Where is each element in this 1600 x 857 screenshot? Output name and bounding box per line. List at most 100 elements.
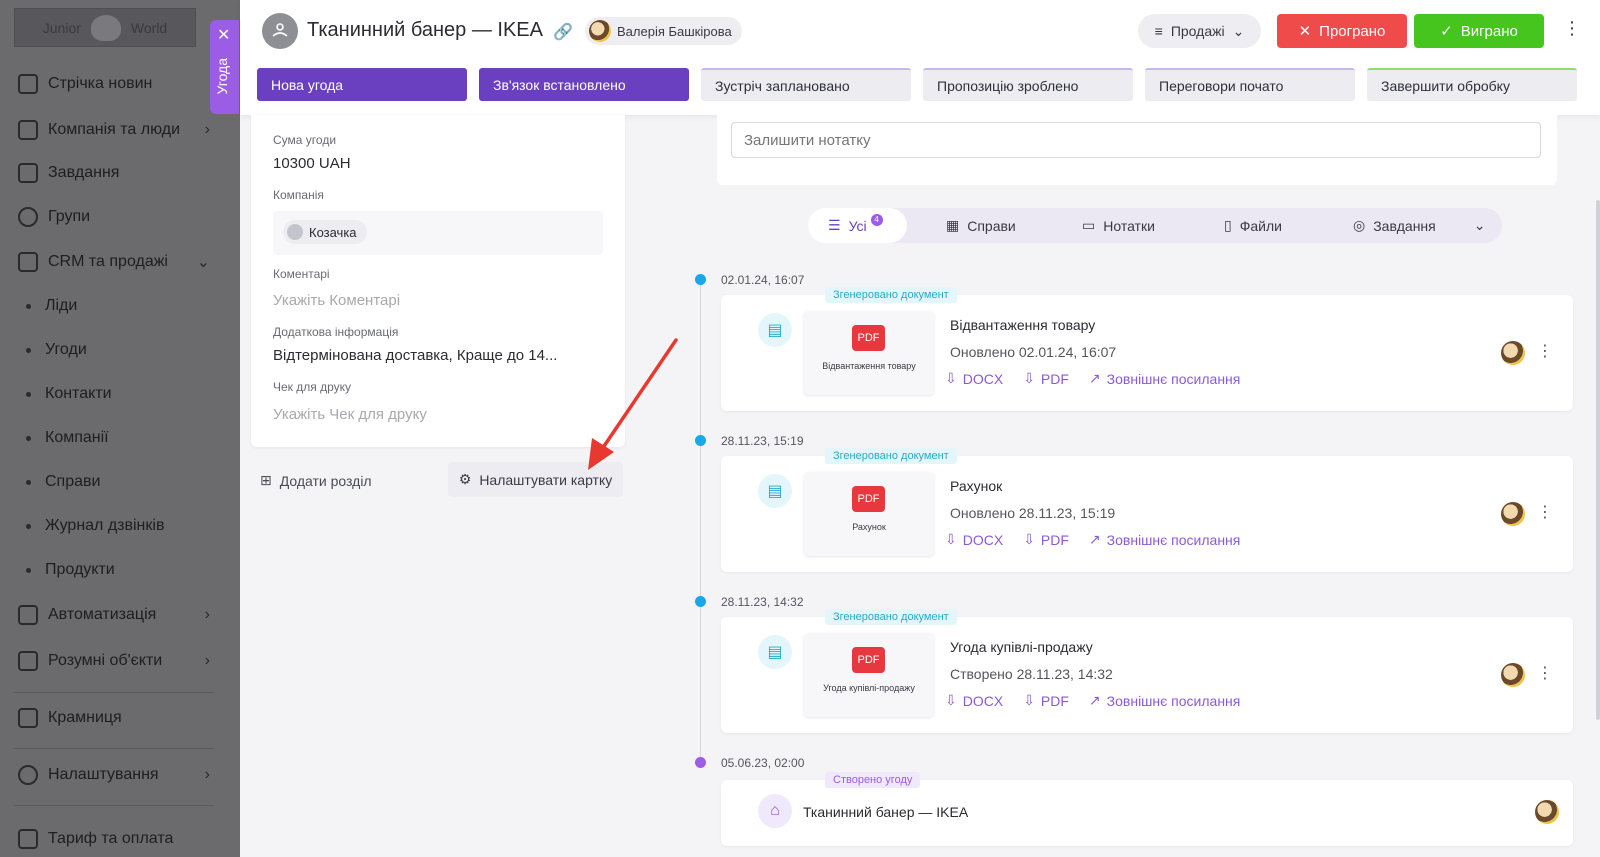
bullet xyxy=(26,303,31,309)
avatar xyxy=(1501,502,1525,526)
company-logo[interactable]: Junior World xyxy=(14,8,196,47)
event-date: 28.11.23, 14:32 xyxy=(721,595,804,609)
sidebar-item-company[interactable]: Компанія та люди › xyxy=(18,120,218,140)
sidebar-item-settings[interactable]: Налаштування › xyxy=(18,765,218,785)
receipt-field[interactable]: Укажіть Чек для друку xyxy=(273,406,427,423)
sidebar-item-label: CRM та продажі xyxy=(48,253,168,270)
timeline-event: Створено угоду ⌂ Тканинний банер — IKEA xyxy=(721,772,1573,846)
database-icon xyxy=(18,252,38,272)
tab-activities[interactable]: ▦ Справи xyxy=(946,208,1016,243)
home-icon xyxy=(18,74,38,94)
file-icon: ▯ xyxy=(1224,217,1232,233)
sidebar-item-groups[interactable]: Групи xyxy=(18,207,218,227)
sidebar-subitem-activities[interactable]: Справи xyxy=(26,473,100,491)
sidebar-subitem-products[interactable]: Продукти xyxy=(26,561,115,579)
add-section-button[interactable]: ⊞ Додати розділ xyxy=(260,472,372,489)
stage-contact-established[interactable]: Зв'язок встановлено xyxy=(479,68,689,101)
sidebar-item-label: Компанія та люди xyxy=(48,121,181,138)
company-field[interactable]: Козачка xyxy=(273,211,603,255)
sidebar-item-news[interactable]: Стрічка новин xyxy=(18,74,218,94)
more-options-icon[interactable]: ⋮ xyxy=(1537,663,1553,683)
stage-negotiations-started[interactable]: Переговори почато xyxy=(1145,68,1355,101)
company-label: Компанія xyxy=(273,188,324,202)
subitem-label: Угоди xyxy=(45,341,87,358)
more-options-icon[interactable]: ⋮ xyxy=(1537,341,1553,361)
sidebar-subitem-deals[interactable]: Угоди xyxy=(26,341,87,359)
extra-info-value[interactable]: Відтермінована доставка, Краще до 14... xyxy=(273,347,557,364)
close-icon[interactable]: ✕ xyxy=(217,28,230,44)
event-tag: Згенеровано документ xyxy=(825,448,957,464)
sidebar-subitem-contacts[interactable]: Контакти xyxy=(26,385,112,403)
pdf-download-link[interactable]: ⇩ PDF xyxy=(1023,370,1069,387)
sidebar-subitem-companies[interactable]: Компанії xyxy=(26,429,109,447)
chevron-down-icon[interactable]: ⌄ xyxy=(1474,217,1486,234)
timeline-dot xyxy=(695,435,706,446)
docx-download-link[interactable]: ⇩ DOCX xyxy=(945,531,1003,548)
sidebar-item-store[interactable]: Крамниця xyxy=(18,708,218,728)
link-label: PDF xyxy=(1040,692,1069,709)
stage-meeting-scheduled[interactable]: Зустріч заплановано xyxy=(701,68,911,101)
lost-label: Програно xyxy=(1319,22,1386,40)
external-link-icon: ↗ xyxy=(1088,531,1101,547)
sidebar-item-billing[interactable]: Тариф та оплата xyxy=(18,829,218,849)
filter-icon: ≡ xyxy=(1154,23,1163,39)
link-label: DOCX xyxy=(962,692,1004,709)
logo-text-left: Junior xyxy=(42,19,81,36)
event-tag: Створено угоду xyxy=(825,772,921,788)
event-title: Угода купівлі-продажу xyxy=(950,639,1093,655)
stage-finish-processing[interactable]: Завершити обробку xyxy=(1367,68,1577,101)
configure-card-button[interactable]: ⚙ Налаштувати картку xyxy=(448,462,623,497)
sidebar-item-label: Крамниця xyxy=(48,709,122,726)
sidebar-item-tasks[interactable]: Завдання xyxy=(18,163,218,183)
lost-button[interactable]: ✕ Програно xyxy=(1277,14,1407,48)
bullet xyxy=(26,567,31,573)
sidebar-item-automation[interactable]: Автоматизація › xyxy=(18,605,218,625)
stage-proposal-made[interactable]: Пропозицію зроблено xyxy=(923,68,1133,101)
more-options-icon[interactable]: ⋮ xyxy=(1537,502,1553,522)
bullet xyxy=(26,479,31,485)
deal-header: Тканинний банер — IKEA 🔗 Валерія Башкіро… xyxy=(240,0,1600,115)
more-options-icon[interactable]: ⋮ xyxy=(1563,18,1581,39)
thumbnail-caption: Відвантаження товару xyxy=(822,361,916,371)
document-thumbnail[interactable]: PDF Відвантаження товару xyxy=(804,311,934,395)
document-thumbnail[interactable]: PDF Рахунок xyxy=(804,472,934,556)
stage-new-deal[interactable]: Нова угода xyxy=(257,68,467,101)
timeline-event: Згенеровано документ ▤ PDF Рахунок Рахун… xyxy=(721,448,1573,572)
tab-notes[interactable]: ▭ Нотатки xyxy=(1082,208,1155,243)
divider xyxy=(14,748,214,749)
download-icon: ⇩ xyxy=(945,370,957,386)
amount-value[interactable]: 10300 UAH xyxy=(273,155,351,172)
download-icon: ⇩ xyxy=(1023,531,1035,547)
pipeline-select[interactable]: ≡ Продажі ⌄ xyxy=(1138,14,1261,48)
sidebar-item-crm[interactable]: CRM та продажі ⌄ xyxy=(18,252,218,272)
sidebar-item-label: Автоматизація xyxy=(48,606,157,623)
thumbnail-caption: Угода купівлі-продажу xyxy=(823,683,915,693)
docx-download-link[interactable]: ⇩ DOCX xyxy=(945,370,1003,387)
tab-files[interactable]: ▯ Файли xyxy=(1224,208,1282,243)
link-icon[interactable]: 🔗 xyxy=(553,22,573,42)
deal-panel: Тканинний банер — IKEA 🔗 Валерія Башкіро… xyxy=(240,0,1600,857)
sidebar-subitem-call-log[interactable]: Журнал дзвінків xyxy=(26,517,164,535)
add-section-label: Додати розділ xyxy=(279,472,372,489)
deal-side-tab[interactable]: ✕ Угода xyxy=(210,20,239,114)
document-thumbnail[interactable]: PDF Угода купівлі-продажу xyxy=(804,633,934,717)
docx-download-link[interactable]: ⇩ DOCX xyxy=(945,692,1003,709)
tab-all[interactable]: ☰ Усі 4 xyxy=(808,208,907,243)
external-link[interactable]: ↗ Зовнішнє посилання xyxy=(1089,370,1240,387)
scrollbar[interactable] xyxy=(1596,200,1600,720)
note-input[interactable] xyxy=(731,122,1541,158)
pdf-download-link[interactable]: ⇩ PDF xyxy=(1023,692,1069,709)
won-button[interactable]: ✓ Виграно xyxy=(1414,14,1544,48)
sidebar-item-label: Завдання xyxy=(48,164,120,181)
sidebar-item-smart-objects[interactable]: Розумні об'єкти › xyxy=(18,651,218,671)
pdf-download-link[interactable]: ⇩ PDF xyxy=(1023,531,1069,548)
owner-chip[interactable]: Валерія Башкірова xyxy=(585,17,742,45)
external-link[interactable]: ↗ Зовнішнє посилання xyxy=(1089,531,1240,548)
building-icon xyxy=(287,224,303,240)
bullet xyxy=(26,347,31,353)
tab-tasks[interactable]: ◎ Завдання ⌄ xyxy=(1353,208,1485,243)
external-link[interactable]: ↗ Зовнішнє посилання xyxy=(1089,692,1240,709)
sidebar-subitem-leads[interactable]: Ліди xyxy=(26,297,77,315)
comments-field[interactable]: Укажіть Коментарі xyxy=(273,292,400,309)
company-chip[interactable]: Козачка xyxy=(283,220,367,244)
